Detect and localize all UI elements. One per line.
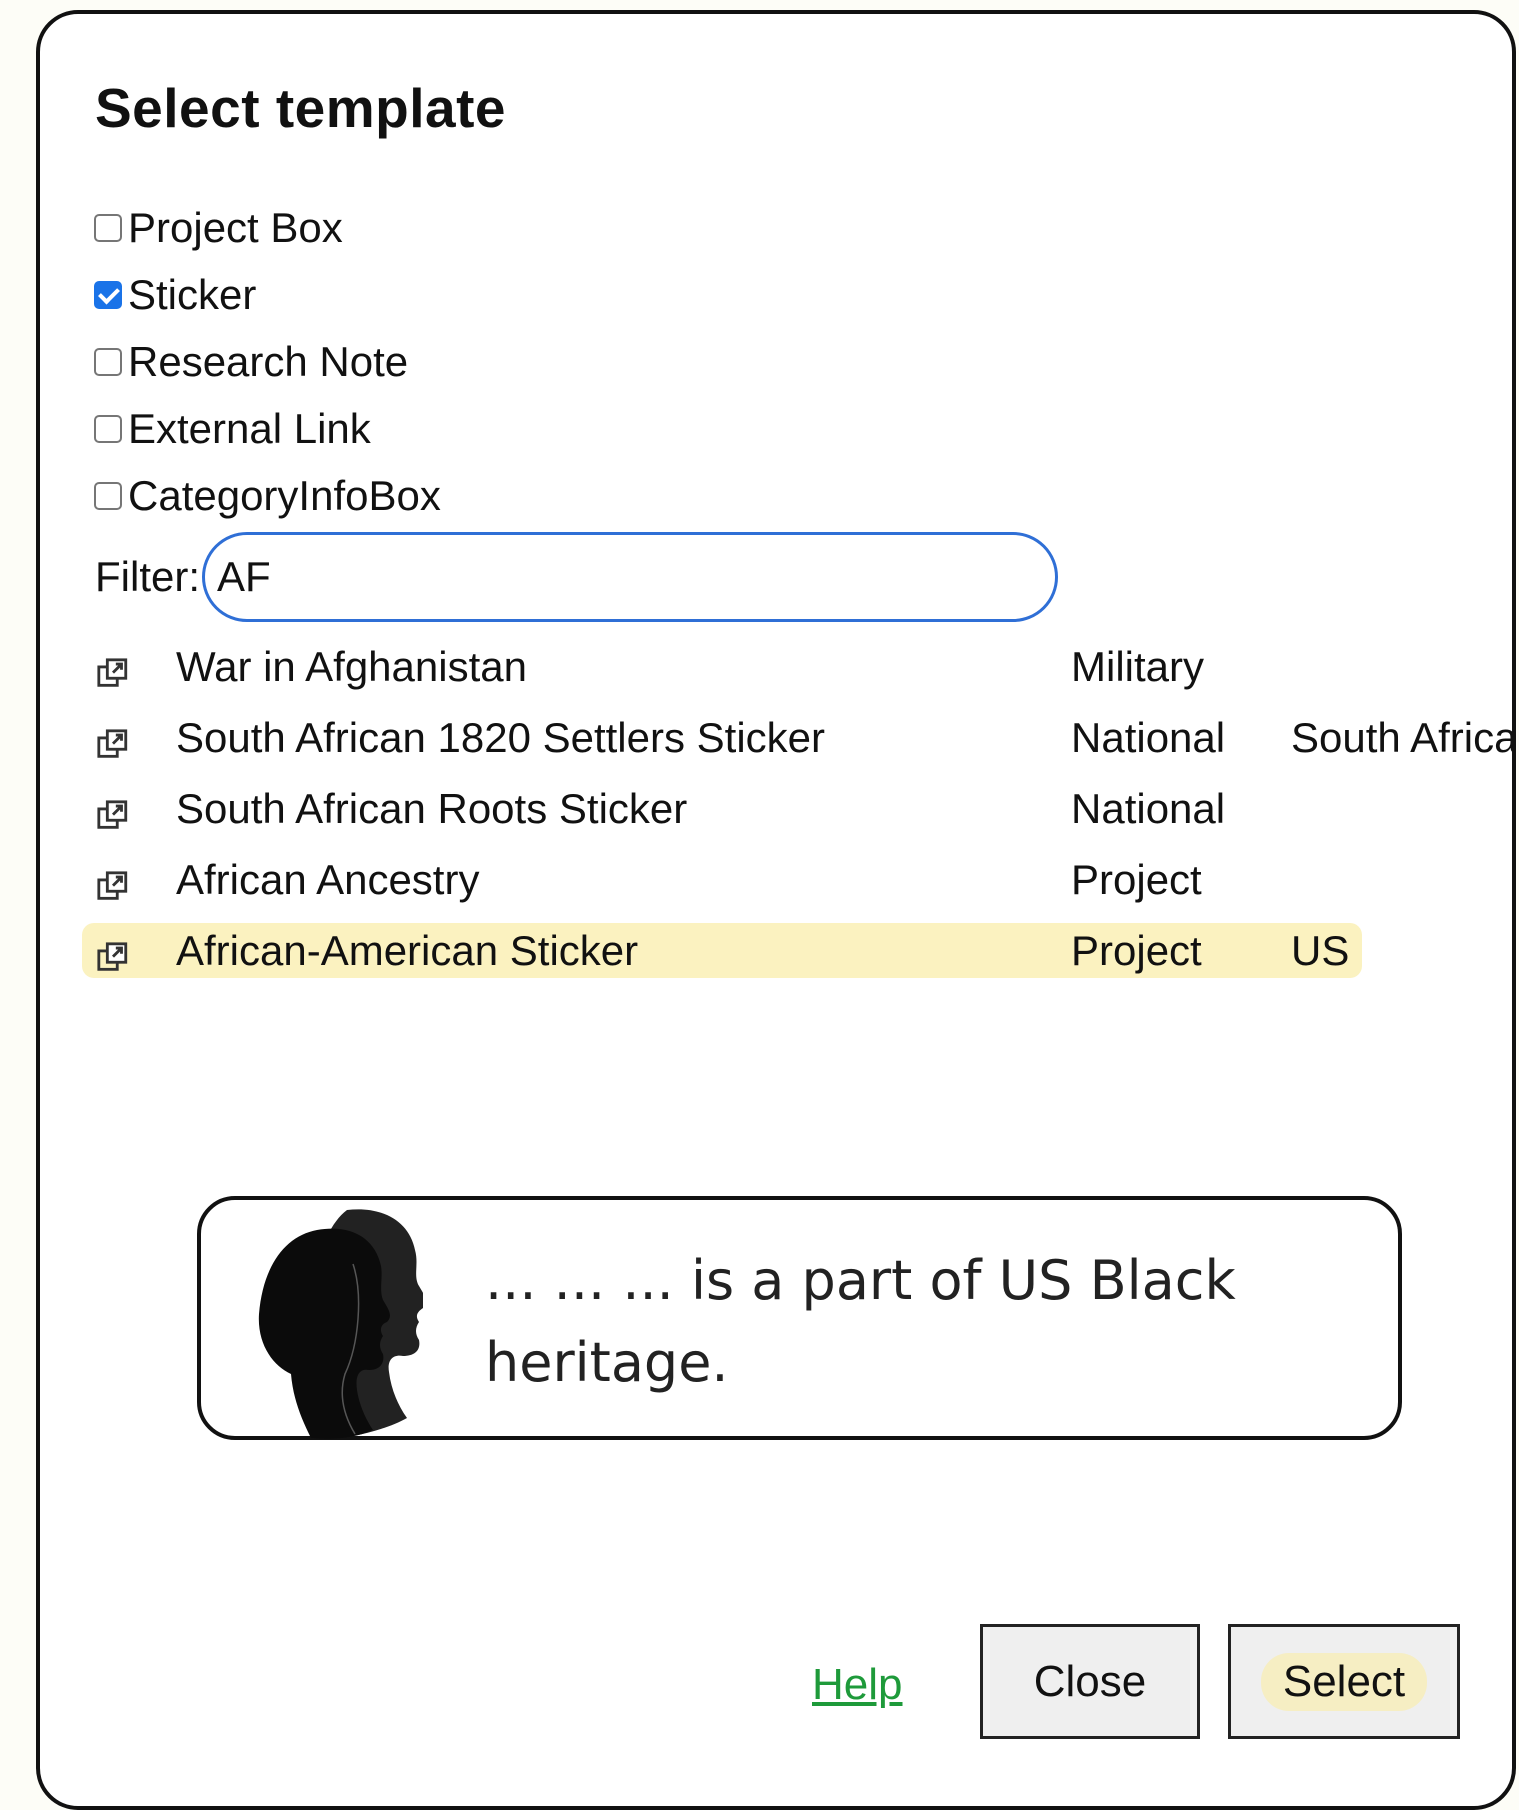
result-row[interactable]: South African Roots Sticker National	[82, 777, 1482, 848]
help-link[interactable]: Help	[812, 1660, 903, 1710]
external-link-icon[interactable]	[96, 799, 130, 833]
checkbox-label: CategoryInfoBox	[128, 471, 441, 519]
result-type: Project	[1071, 856, 1202, 903]
filter-label: Filter:	[95, 553, 200, 600]
template-type-filters: Project Box Sticker Research Note Extern…	[94, 194, 441, 529]
result-type: National	[1071, 714, 1226, 761]
checkbox-label: Research Note	[128, 337, 409, 385]
filter-checkbox-project-box[interactable]: Project Box	[94, 194, 441, 261]
result-type: Project	[1071, 927, 1202, 974]
filter-row: Filter:	[95, 532, 1058, 622]
checkbox[interactable]	[94, 414, 122, 443]
result-name: South African 1820 Settlers Sticker	[176, 714, 826, 761]
result-type: National	[1071, 785, 1226, 832]
result-name: War in Afghanistan	[176, 643, 527, 690]
external-link-icon[interactable]	[96, 728, 130, 762]
checkbox-label: Sticker	[128, 270, 257, 318]
filter-checkbox-research-note[interactable]: Research Note	[94, 328, 441, 395]
preview-text: ... ... ... is a part of US Black herita…	[485, 1249, 1236, 1394]
result-name: South African Roots Sticker	[176, 785, 688, 832]
checkbox-label: Project Box	[128, 203, 343, 251]
external-link-icon[interactable]	[96, 941, 130, 975]
filter-input[interactable]	[202, 532, 1058, 622]
result-region: US	[1291, 927, 1350, 974]
result-region: South Africa	[1291, 714, 1516, 761]
filter-checkbox-sticker[interactable]: Sticker	[94, 261, 441, 328]
close-button-label: Close	[1033, 1656, 1147, 1706]
checkbox[interactable]	[94, 347, 122, 376]
result-name: African-American Sticker	[176, 927, 639, 974]
result-type: Military	[1071, 643, 1204, 690]
result-row[interactable]: South African 1820 Settlers Sticker Nati…	[82, 706, 1512, 777]
result-row[interactable]: African Ancestry Project	[82, 848, 1482, 919]
result-row[interactable]: African-American Sticker Project US	[82, 919, 1482, 990]
external-link-icon[interactable]	[96, 870, 130, 904]
filter-checkbox-external-link[interactable]: External Link	[94, 395, 441, 462]
dialog-title: Select template	[95, 77, 507, 139]
close-button[interactable]: Close	[980, 1624, 1200, 1739]
result-name: African Ancestry	[176, 856, 480, 903]
select-button-label: Select	[1260, 1652, 1428, 1711]
checkbox[interactable]	[94, 213, 122, 242]
template-results-list: War in Afghanistan Military South Africa…	[82, 635, 1512, 990]
silhouette-profiles-image	[258, 1209, 423, 1439]
sticker-preview: ... ... ... is a part of US Black herita…	[197, 1196, 1402, 1440]
select-button[interactable]: Select	[1228, 1624, 1460, 1739]
filter-checkbox-categoryinfobox[interactable]: CategoryInfoBox	[94, 462, 441, 529]
select-template-dialog: Select template Project Box Sticker Rese…	[36, 10, 1516, 1810]
result-row[interactable]: War in Afghanistan Military	[82, 635, 1482, 706]
external-link-icon[interactable]	[96, 657, 130, 691]
checkbox[interactable]	[94, 280, 122, 309]
checkbox-label: External Link	[128, 404, 371, 452]
checkbox[interactable]	[94, 481, 122, 510]
